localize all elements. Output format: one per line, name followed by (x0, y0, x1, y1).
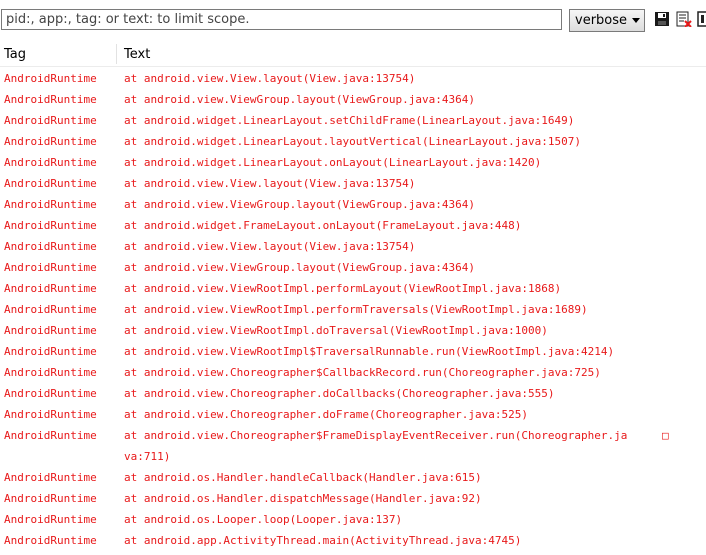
log-tag: AndroidRuntime (4, 156, 97, 169)
log-row[interactable]: AndroidRuntime at android.os.Handler.disp… (0, 488, 706, 509)
log-tag: AndroidRuntime (4, 114, 97, 127)
log-text: at android.view.ViewRootImpl.performTrav… (124, 303, 588, 316)
log-row[interactable]: AndroidRuntime at android.view.ViewRootIm… (0, 320, 706, 341)
log-text: at android.view.ViewRootImpl$TraversalRu… (124, 345, 615, 358)
log-row[interactable]: AndroidRuntime at android.view.View.layou… (0, 68, 706, 89)
log-tag: AndroidRuntime (4, 534, 97, 547)
log-text: at android.view.View.layout(View.java:13… (124, 72, 416, 85)
log-tag: AndroidRuntime (4, 261, 97, 274)
log-tag: AndroidRuntime (4, 303, 97, 316)
log-row[interactable]: AndroidRuntime at android.os.Looper.loop(… (0, 509, 706, 530)
log-row[interactable]: AndroidRuntime at android.view.Choreograp… (0, 425, 706, 446)
log-text: at android.view.ViewRootImpl.performLayo… (124, 282, 562, 295)
log-list[interactable]: AndroidRuntime at android.view.View.layou… (0, 68, 706, 551)
scroll-lock-icon[interactable] (697, 11, 706, 27)
log-row[interactable]: AndroidRuntime at android.view.ViewGroup.… (0, 194, 706, 215)
log-tag: AndroidRuntime (4, 471, 97, 484)
log-text: at android.view.ViewGroup.layout(ViewGro… (124, 198, 475, 211)
log-text: at android.widget.LinearLayout.setChildF… (124, 114, 575, 127)
log-row[interactable]: AndroidRuntime at android.view.ViewGroup.… (0, 89, 706, 110)
line-wrap-glyph: □ (662, 429, 669, 442)
log-text: at android.os.Handler.dispatchMessage(Ha… (124, 492, 482, 505)
filter-search-input[interactable] (1, 9, 562, 30)
log-tag: AndroidRuntime (4, 429, 97, 442)
log-text: at android.view.Choreographer.doFrame(Ch… (124, 408, 528, 421)
log-row[interactable]: AndroidRuntime at android.app.ActivityThr… (0, 530, 706, 551)
log-tag: AndroidRuntime (4, 219, 97, 232)
log-text: at android.view.Choreographer.doCallback… (124, 387, 555, 400)
log-tag: AndroidRuntime (4, 93, 97, 106)
log-row[interactable]: AndroidRuntime at android.widget.FrameLay… (0, 215, 706, 236)
log-text: at android.view.ViewGroup.layout(ViewGro… (124, 261, 475, 274)
log-text: va:711) (124, 450, 171, 463)
log-row[interactable]: AndroidRuntime at android.widget.LinearLa… (0, 131, 706, 152)
log-row[interactable]: AndroidRuntime at android.widget.LinearLa… (0, 152, 706, 173)
log-text: at android.view.View.layout(View.java:13… (124, 177, 416, 190)
log-text: at android.widget.LinearLayout.layoutVer… (124, 135, 581, 148)
log-text: at android.app.ActivityThread.main(Activ… (124, 534, 522, 547)
log-row[interactable]: AndroidRuntime at android.view.View.layou… (0, 236, 706, 257)
log-row[interactable]: AndroidRuntime at android.view.View.layou… (0, 173, 706, 194)
log-row[interactable]: AndroidRuntime at android.view.Choreograp… (0, 404, 706, 425)
log-tag: AndroidRuntime (4, 240, 97, 253)
log-tag: AndroidRuntime (4, 408, 97, 421)
log-row[interactable]: AndroidRuntime at android.os.Handler.hand… (0, 467, 706, 488)
log-row[interactable]: AndroidRuntime at android.view.Choreograp… (0, 362, 706, 383)
text-column-header[interactable]: Text (124, 47, 150, 62)
clear-log-icon[interactable] (676, 11, 692, 28)
log-text: at android.os.Handler.handleCallback(Han… (124, 471, 482, 484)
log-row[interactable]: AndroidRuntime at android.view.ViewGroup.… (0, 257, 706, 278)
log-text: at android.view.Choreographer$CallbackRe… (124, 366, 601, 379)
log-tag: AndroidRuntime (4, 324, 97, 337)
log-text: at android.widget.LinearLayout.onLayout(… (124, 156, 542, 169)
log-text: at android.view.ViewGroup.layout(ViewGro… (124, 93, 475, 106)
log-text: at android.view.View.layout(View.java:13… (124, 240, 416, 253)
log-text: at android.view.Choreographer$FrameDispl… (124, 429, 628, 442)
log-text: at android.widget.FrameLayout.onLayout(F… (124, 219, 522, 232)
log-tag: AndroidRuntime (4, 198, 97, 211)
logcat-toolbar: verbose (0, 0, 706, 42)
log-row[interactable]: AndroidRuntime at android.view.ViewRootIm… (0, 341, 706, 362)
column-divider[interactable] (116, 44, 117, 64)
log-tag: AndroidRuntime (4, 387, 97, 400)
log-row[interactable]: AndroidRuntime at android.view.Choreograp… (0, 383, 706, 404)
log-tag: AndroidRuntime (4, 366, 97, 379)
log-level-select[interactable]: verbose (569, 9, 645, 32)
save-icon[interactable] (654, 11, 670, 27)
log-tag: AndroidRuntime (4, 282, 97, 295)
log-text: at android.view.ViewRootImpl.doTraversal… (124, 324, 548, 337)
log-tag: AndroidRuntime (4, 492, 97, 505)
log-row[interactable]: AndroidRuntime at android.view.ViewRootIm… (0, 299, 706, 320)
log-column-header: Tag Text (0, 42, 706, 67)
log-tag: AndroidRuntime (4, 135, 97, 148)
log-row[interactable]: AndroidRuntime at android.view.ViewRootIm… (0, 278, 706, 299)
log-tag: AndroidRuntime (4, 72, 97, 85)
log-text: at android.os.Looper.loop(Looper.java:13… (124, 513, 403, 526)
log-tag: AndroidRuntime (4, 177, 97, 190)
log-row[interactable]: va:711) (0, 446, 706, 467)
chevron-down-icon (632, 18, 640, 23)
log-tag: AndroidRuntime (4, 345, 97, 358)
tag-column-header[interactable]: Tag (4, 47, 26, 62)
log-level-value: verbose (575, 13, 628, 28)
log-tag: AndroidRuntime (4, 513, 97, 526)
log-row[interactable]: AndroidRuntime at android.widget.LinearLa… (0, 110, 706, 131)
